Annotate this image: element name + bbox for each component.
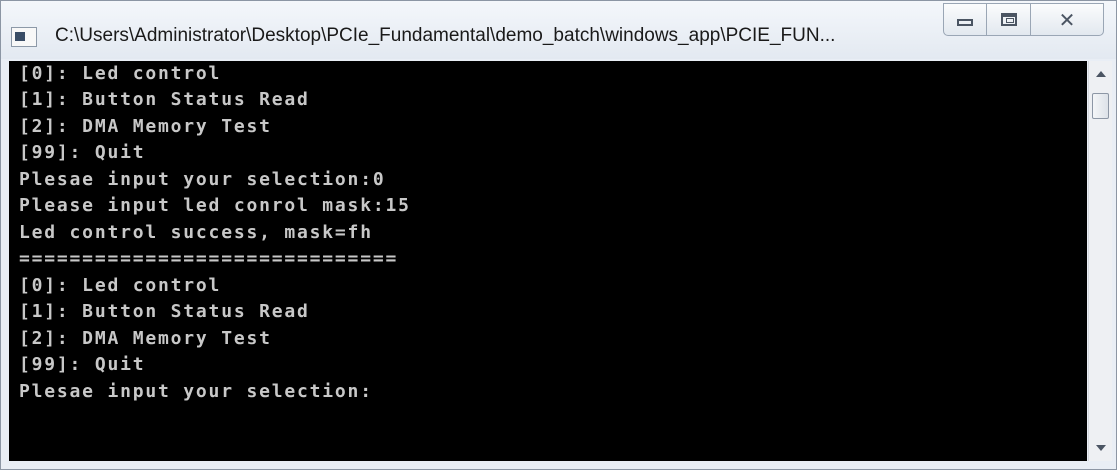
- console-line: [99]: Quit: [19, 354, 146, 375]
- maximize-icon: [1000, 13, 1017, 26]
- scroll-up-button[interactable]: [1089, 63, 1112, 85]
- minimize-button[interactable]: [943, 3, 987, 36]
- console-line: [1]: Button Status Read: [19, 89, 310, 110]
- console-line: [2]: DMA Memory Test: [19, 116, 272, 137]
- close-button[interactable]: ✕: [1031, 3, 1104, 36]
- console-app-icon[interactable]: [11, 27, 37, 47]
- console-line: [0]: Led control: [19, 63, 222, 84]
- scroll-up-arrow-icon: [1095, 71, 1106, 77]
- maximize-button[interactable]: [987, 3, 1031, 36]
- console-window: C:\Users\Administrator\Desktop\PCIe_Fund…: [0, 0, 1117, 470]
- title-bar[interactable]: C:\Users\Administrator\Desktop\PCIe_Fund…: [1, 1, 1116, 59]
- caption-buttons: ✕: [943, 3, 1104, 39]
- console-line: Please input led conrol mask:15: [19, 195, 411, 216]
- close-icon: ✕: [1058, 7, 1076, 32]
- console-line: Plesae input your selection:0: [19, 169, 386, 190]
- console-line: [0]: Led control: [19, 275, 222, 296]
- scrollbar-thumb[interactable]: [1092, 93, 1109, 119]
- console-line: [2]: DMA Memory Test: [19, 328, 272, 349]
- scroll-down-button[interactable]: [1089, 437, 1112, 459]
- console-line: [1]: Button Status Read: [19, 301, 310, 322]
- console-line: [99]: Quit: [19, 142, 146, 163]
- console-line: Led control success, mask=fh: [19, 222, 373, 243]
- console-output[interactable]: [0]: Led control [1]: Button Status Read…: [9, 61, 1087, 461]
- scroll-down-arrow-icon: [1095, 445, 1106, 451]
- console-line: ==============================: [19, 248, 399, 269]
- vertical-scrollbar[interactable]: [1088, 61, 1112, 461]
- minimize-icon: [957, 19, 973, 26]
- console-line: Plesae input your selection:: [19, 381, 373, 402]
- window-title: C:\Users\Administrator\Desktop\PCIe_Fund…: [55, 25, 836, 46]
